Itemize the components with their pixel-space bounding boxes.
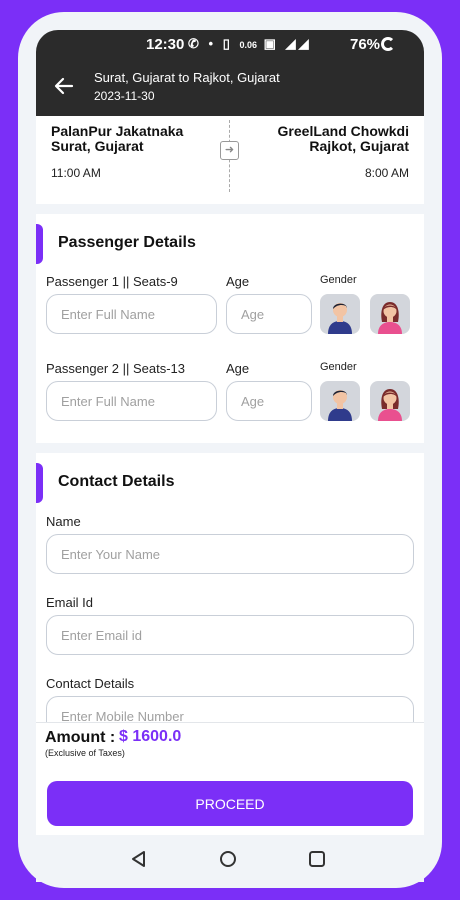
passenger-2-name-input[interactable]	[46, 381, 217, 421]
email-label: Email Id	[46, 595, 93, 610]
section-divider	[36, 204, 424, 214]
system-nav-bar	[36, 835, 424, 882]
recents-square-icon[interactable]	[307, 849, 327, 869]
boarding-point: PalanPur Jakatnaka Surat, Gujarat	[51, 124, 183, 154]
app-bar: Surat, Gujarat to Rajkot, Gujarat 2023-1…	[36, 60, 424, 116]
volte-icon: ▣	[263, 36, 279, 51]
passenger-1-gender-label: Gender	[320, 274, 357, 286]
female-avatar-icon	[378, 302, 402, 334]
male-avatar-icon	[328, 303, 352, 334]
dropping-city: Rajkot, Gujarat	[309, 138, 409, 154]
passenger-1-male-avatar[interactable]	[320, 294, 360, 334]
section-divider	[36, 443, 424, 453]
passenger-1-age-input[interactable]	[226, 294, 312, 334]
dropping-point: GreelLand Chowkdi Rajkot, Gujarat	[278, 124, 409, 154]
passenger-1-label: Passenger 1 || Seats-9	[46, 274, 178, 289]
male-avatar-icon	[328, 390, 352, 421]
journey-summary: PalanPur Jakatnaka Surat, Gujarat 11:00 …	[36, 116, 424, 204]
status-bar: 12:30 ✆ • ▯ 0.06 ▣ ◢◢ 76%	[36, 30, 424, 60]
home-circle-icon[interactable]	[218, 849, 238, 869]
contact-name-input[interactable]	[46, 534, 414, 574]
mobile-label: Contact Details	[46, 676, 135, 691]
route-title: Surat, Gujarat to Rajkot, Gujarat	[94, 70, 280, 85]
status-time: 12:30	[146, 36, 185, 53]
battery-level: 76%	[350, 36, 381, 53]
signal-icon: ◢◢	[285, 36, 312, 51]
whatsapp-icon: ✆	[188, 36, 202, 51]
mobile-input[interactable]	[46, 696, 414, 722]
tax-note: (Exclusive of Taxes)	[45, 748, 125, 758]
passenger-details-title: Passenger Details	[58, 234, 196, 251]
back-triangle-icon[interactable]	[129, 849, 149, 869]
passenger-2-gender-label: Gender	[320, 361, 357, 373]
proceed-button[interactable]: PROCEED	[47, 781, 413, 826]
passenger-1-age-label: Age	[226, 274, 250, 289]
back-arrow-icon[interactable]	[52, 74, 76, 98]
passenger-1-name-input[interactable]	[46, 294, 217, 334]
section-accent-bar	[36, 224, 43, 264]
battery-icon	[381, 37, 395, 51]
dot-icon: •	[208, 36, 217, 51]
booking-form-scroll[interactable]: PalanPur Jakatnaka Surat, Gujarat 11:00 …	[36, 116, 424, 722]
contact-details-title: Contact Details	[58, 473, 175, 490]
passenger-2-label: Passenger 2 || Seats-13	[46, 361, 186, 376]
route-arrow-icon: ➜	[220, 141, 239, 160]
boarding-city: Surat, Gujarat	[51, 138, 144, 154]
payment-footer: Amount : $ 1600.0 (Exclusive of Taxes) P…	[36, 722, 424, 835]
journey-date: 2023-11-30	[94, 89, 155, 103]
passenger-1-female-avatar[interactable]	[370, 294, 410, 334]
app-screen: 12:30 ✆ • ▯ 0.06 ▣ ◢◢ 76% Surat, Gujarat…	[36, 30, 424, 835]
dropping-point-name: GreelLand Chowkdi	[277, 123, 409, 139]
section-accent-bar	[36, 463, 43, 503]
amount-label: Amount :	[45, 729, 116, 746]
passenger-2-age-label: Age	[226, 361, 250, 376]
data-speed-icon: 0.06	[239, 40, 258, 50]
contact-name-label: Name	[46, 514, 81, 529]
boarding-point-name: PalanPur Jakatnaka	[51, 123, 184, 139]
vibrate-icon: ▯	[222, 36, 233, 51]
passenger-2-male-avatar[interactable]	[320, 381, 360, 421]
dropping-time: 8:00 AM	[364, 166, 409, 180]
amount-value: $ 1600.0	[119, 728, 182, 745]
passenger-2-age-input[interactable]	[226, 381, 312, 421]
female-avatar-icon	[378, 389, 402, 421]
passenger-2-female-avatar[interactable]	[370, 381, 410, 421]
boarding-time: 11:00 AM	[51, 166, 101, 180]
email-input[interactable]	[46, 615, 414, 655]
status-icons: ✆ • ▯ 0.06 ▣ ◢◢	[188, 36, 312, 52]
